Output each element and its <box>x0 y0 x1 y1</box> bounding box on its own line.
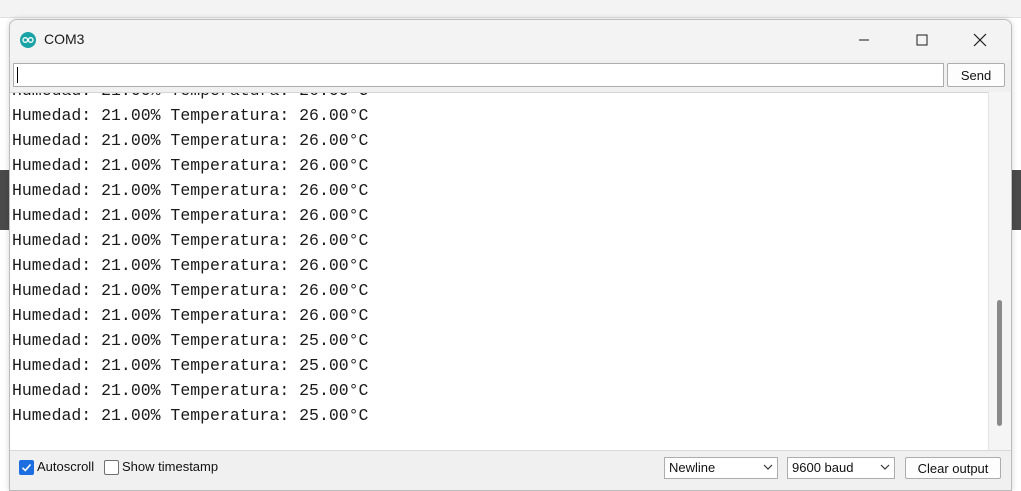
clear-output-button[interactable]: Clear output <box>905 457 1001 479</box>
baud-rate-value: 9600 baud <box>792 460 854 475</box>
output-line: Humedad: 21.00% Temperatura: 26.00°C <box>12 206 369 225</box>
output-line: Humedad: 21.00% Temperatura: 26.00°C <box>12 306 369 325</box>
output-line: Humedad: 21.00% Temperatura: 25.00°C <box>12 331 369 350</box>
serial-output[interactable]: Humedad: 21.00% Temperatura: 26.00°C Hume… <box>10 92 988 451</box>
maximize-button[interactable] <box>893 20 951 60</box>
checkmark-icon <box>21 463 32 472</box>
text-caret <box>17 67 18 83</box>
line-ending-select[interactable]: Newline <box>664 457 778 479</box>
output-line: Humedad: 21.00% Temperatura: 26.00°C <box>12 93 368 103</box>
serial-send-input[interactable] <box>13 63 944 87</box>
chevron-down-icon <box>763 464 773 470</box>
line-ending-value: Newline <box>669 460 716 475</box>
show-timestamp-checkbox[interactable] <box>104 460 119 475</box>
output-lines: Humedad: 21.00% Temperatura: 26.00°C Hume… <box>12 93 369 428</box>
show-timestamp-label[interactable]: Show timestamp <box>122 459 218 474</box>
autoscroll-label[interactable]: Autoscroll <box>37 459 94 474</box>
maximize-icon <box>916 34 928 46</box>
title-bar[interactable]: COM3 <box>10 20 1011 60</box>
footer-bar: Autoscroll Show timestamp Newline 9600 b… <box>10 450 1011 490</box>
window-title: COM3 <box>44 31 85 47</box>
send-button[interactable]: Send <box>947 63 1005 87</box>
background-app-strip <box>0 0 1021 18</box>
output-scrollbar[interactable] <box>988 92 1011 450</box>
output-line: Humedad: 21.00% Temperatura: 25.00°C <box>12 356 369 375</box>
output-line: Humedad: 21.00% Temperatura: 25.00°C <box>12 406 369 425</box>
output-line: Humedad: 21.00% Temperatura: 26.00°C <box>12 131 369 150</box>
baud-rate-select[interactable]: 9600 baud <box>787 457 895 479</box>
scrollbar-thumb[interactable] <box>997 300 1002 426</box>
output-line: Humedad: 21.00% Temperatura: 26.00°C <box>12 181 369 200</box>
output-line: Humedad: 21.00% Temperatura: 26.00°C <box>12 281 369 300</box>
output-line: Humedad: 21.00% Temperatura: 26.00°C <box>12 256 369 275</box>
chevron-down-icon <box>880 464 890 470</box>
serial-monitor-window: COM3 Send Humedad: 21.00% Temperatura: 2… <box>9 19 1012 491</box>
send-row: Send <box>10 60 1011 92</box>
minimize-icon <box>859 39 869 41</box>
output-line: Humedad: 21.00% Temperatura: 25.00°C <box>12 381 369 400</box>
close-icon <box>973 33 987 47</box>
output-line: Humedad: 21.00% Temperatura: 26.00°C <box>12 231 369 250</box>
arduino-icon <box>20 32 36 48</box>
autoscroll-checkbox[interactable] <box>19 460 34 475</box>
minimize-button[interactable] <box>835 20 893 60</box>
output-line: Humedad: 21.00% Temperatura: 26.00°C <box>12 106 369 125</box>
output-line: Humedad: 21.00% Temperatura: 26.00°C <box>12 156 369 175</box>
close-button[interactable] <box>951 20 1009 60</box>
